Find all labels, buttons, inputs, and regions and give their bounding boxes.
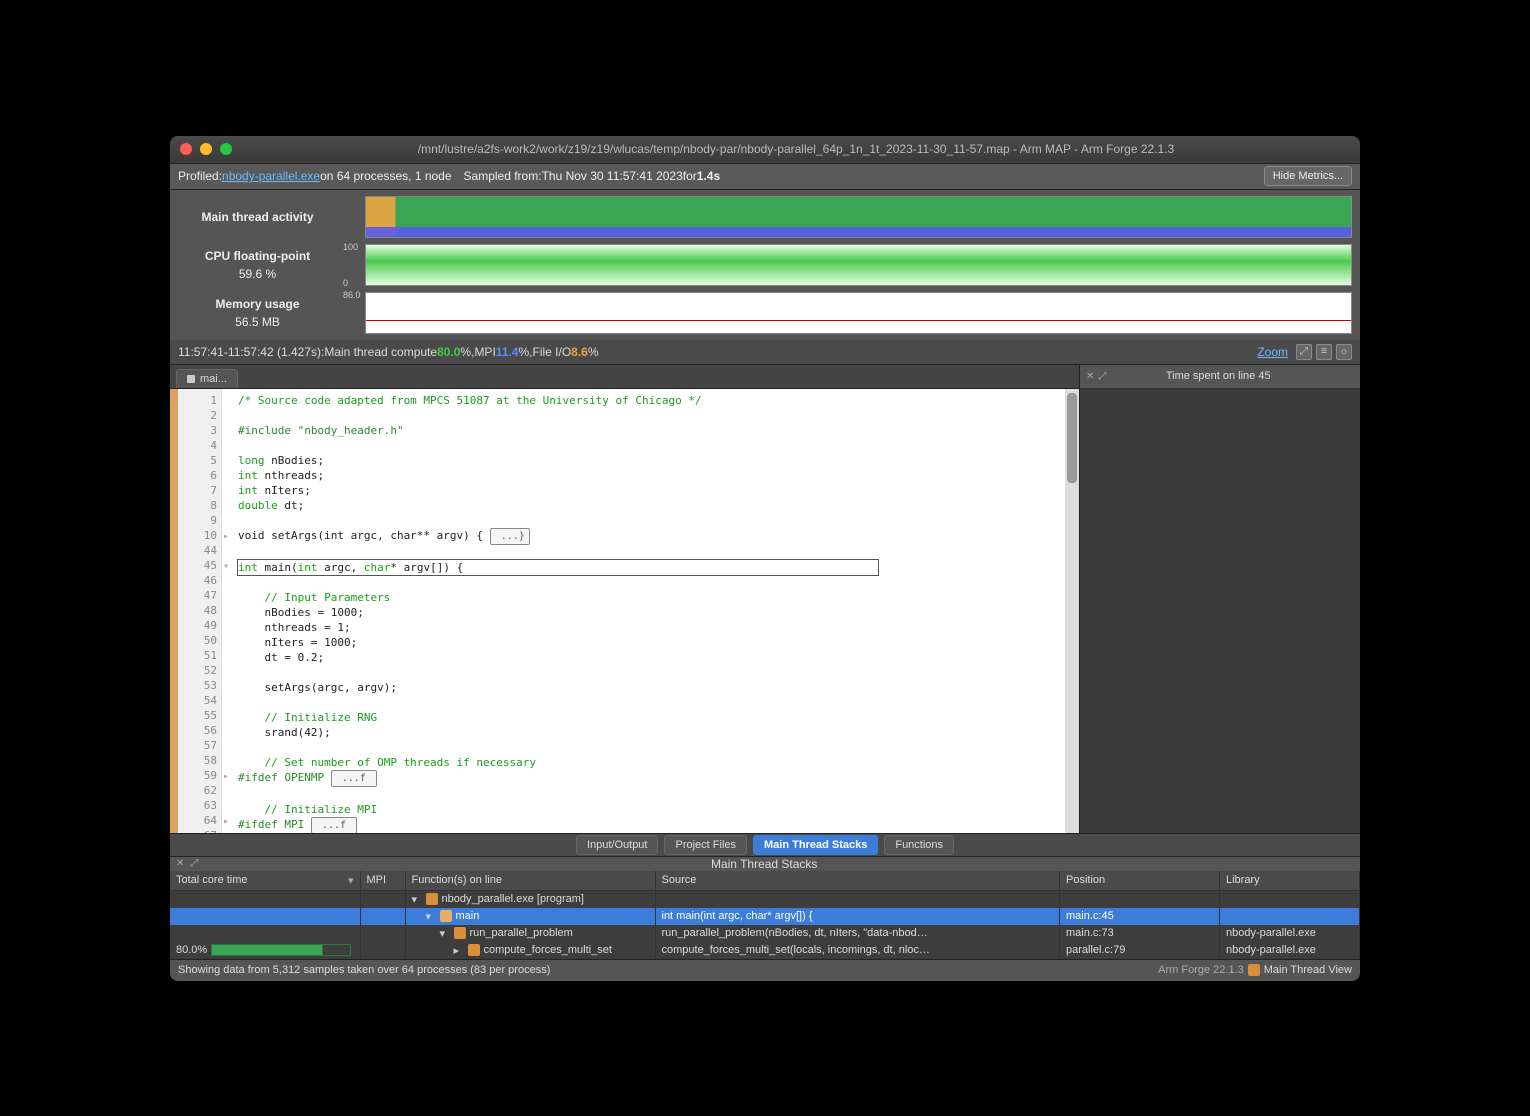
table-row[interactable]: ▾run_parallel_problemrun_parallel_proble… [170,925,1360,942]
metric-main-thread-label: Main thread activity [170,210,345,224]
col-library[interactable]: Library [1220,871,1360,891]
minimize-icon[interactable] [200,143,212,155]
lower-tabs: Input/Output Project Files Main Thread S… [170,833,1360,857]
metric-cpu-fp-label: CPU floating-point [170,249,345,263]
code-area[interactable]: /* Source code adapted from MPCS 51087 a… [222,389,1065,833]
stacks-table: Total core time▾ MPI Function(s) on line… [170,871,1360,959]
status-line: 11:57:41-11:57:42 (1.427s): Main thread … [170,340,1360,365]
stacks-title: Main Thread Stacks [198,857,1330,871]
col-source[interactable]: Source [655,871,1060,891]
window-title: /mnt/lustre/a2fs-work2/work/z19/z19/wluc… [242,142,1350,156]
col-mpi[interactable]: MPI [360,871,405,891]
sampled-time: Thu Nov 30 11:57:41 2023 [542,169,683,183]
metric-main-thread: Main thread activity [170,194,1352,240]
tab-main-thread-stacks[interactable]: Main Thread Stacks [753,835,878,855]
vertical-scrollbar[interactable] [1065,389,1079,833]
footer-samples-text: Showing data from 5,312 samples taken ov… [178,964,550,976]
stacks-header-row: ✕ ⤢ Main Thread Stacks [170,857,1360,871]
zoom-in-icon[interactable]: ⤢ [1296,344,1312,360]
sampled-label: Sampled from: [464,169,542,183]
axis-label: 86.0 [343,290,361,300]
scrollbar-thumb[interactable] [1067,393,1077,483]
zoom-link[interactable]: Zoom [1257,345,1288,359]
right-panel-body [1080,389,1360,833]
axis-label: 100 [343,242,358,252]
zoom-icon[interactable] [220,143,232,155]
profile-bar: Profiled: nbody-parallel.exe on 64 proce… [170,164,1360,190]
app-window: /mnt/lustre/a2fs-work2/work/z19/z19/wluc… [170,136,1360,981]
footer-bar: Showing data from 5,312 samples taken ov… [170,959,1360,981]
tab-functions[interactable]: Functions [884,835,954,855]
metrics-panel: Main thread activity CPU floating-point … [170,190,1360,340]
col-total-core-time[interactable]: Total core time▾ [170,871,360,891]
metric-cpu-fp-value: 59.6 % [170,267,345,281]
line-number-gutter[interactable]: 12345678910▸4445▾46474849505152535455565… [178,389,222,833]
status-io-value: 8.6 [571,345,588,359]
sampled-for-label: for [683,169,697,183]
hide-metrics-button[interactable]: Hide Metrics... [1264,166,1352,186]
col-position[interactable]: Position [1060,871,1220,891]
close-icon[interactable] [180,143,192,155]
file-tab-label: mai... [200,373,227,385]
anthropic-icon [1248,964,1260,976]
sampled-for-value: 1.4s [697,169,720,183]
code-panel: mai... 12345678910▸4445▾4647484950515253… [170,365,1080,833]
main-row: mai... 12345678910▸4445▾4647484950515253… [170,365,1360,833]
profiled-label: Profiled: [178,169,222,183]
file-tab-main[interactable]: mai... [176,369,238,388]
status-io-label: File I/O [533,345,572,359]
table-row[interactable]: ▾mainint main(int argc, char* argv[]) {m… [170,908,1360,925]
window-controls [180,143,232,155]
right-panel: ✕ ⤢ Time spent on line 45 [1080,365,1360,833]
right-panel-title: Time spent on line 45 [1106,370,1330,382]
metric-main-thread-chart[interactable] [365,196,1352,238]
profiled-exe-link[interactable]: nbody-parallel.exe [222,169,320,183]
status-mpi-value: 11.4 [496,345,519,359]
close-stacks-icon[interactable]: ✕ [176,858,184,869]
undock-stacks-icon[interactable]: ⤢ [190,858,198,869]
file-icon [187,375,195,383]
metric-memory-label: Memory usage [170,297,345,311]
table-row[interactable]: ▾nbody_parallel.exe [program] [170,890,1360,908]
footer-brand: Arm Forge 22.1.3 [1158,964,1244,976]
undock-panel-icon[interactable]: ⤢ [1098,371,1106,382]
titlebar: /mnt/lustre/a2fs-work2/work/z19/z19/wluc… [170,136,1360,164]
metric-cpu-fp: CPU floating-point 59.6 % 100 0 [170,242,1352,288]
tab-project-files[interactable]: Project Files [664,835,747,855]
tab-input-output[interactable]: Input/Output [576,835,659,855]
footer-view-label: Main Thread View [1264,964,1352,976]
status-range: 11:57:41-11:57:42 (1.427s): [178,345,324,359]
settings-icon[interactable]: ☼ [1336,344,1352,360]
metric-memory-chart[interactable] [365,292,1352,334]
list-view-icon[interactable]: ≡ [1316,344,1332,360]
metric-cpu-fp-chart[interactable] [365,244,1352,286]
axis-label: 0 [343,278,348,288]
metric-memory-value: 56.5 MB [170,315,345,329]
file-tabs: mai... [170,365,1079,389]
metric-memory: Memory usage 56.5 MB 86.0 [170,290,1352,336]
col-functions[interactable]: Function(s) on line [405,871,655,891]
table-row[interactable]: 80.0%▸compute_forces_multi_setcompute_fo… [170,942,1360,959]
breakpoint-gutter[interactable] [170,389,178,833]
status-compute-label: Main thread compute [324,345,437,359]
status-mpi-label: MPI [474,345,495,359]
status-compute-value: 80.0 [437,345,460,359]
code-editor[interactable]: 12345678910▸4445▾46474849505152535455565… [170,389,1079,833]
close-panel-icon[interactable]: ✕ [1086,371,1094,382]
profiled-procs: on 64 processes, 1 node [320,169,451,183]
